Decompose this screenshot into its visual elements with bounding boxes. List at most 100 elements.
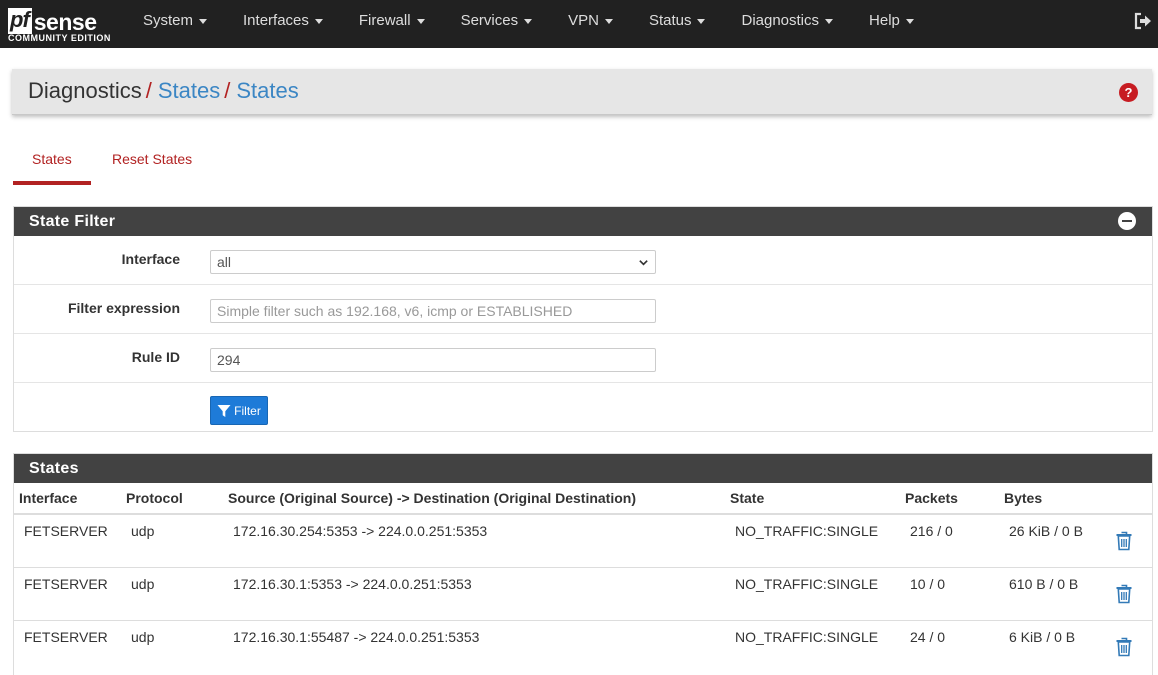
cell-packets: 24 / 0 bbox=[910, 628, 946, 645]
caret-down-icon bbox=[524, 18, 533, 24]
menu-diagnostics[interactable]: Diagnostics bbox=[723, 0, 851, 48]
table-header-row: Interface Protocol Source (Original Sour… bbox=[14, 483, 1152, 515]
filter-button-label: Filter bbox=[234, 403, 261, 418]
interface-row: Interface all bbox=[14, 236, 1152, 285]
cell-packets: 10 / 0 bbox=[900, 567, 999, 621]
col-actions bbox=[1105, 483, 1152, 515]
help-icon[interactable]: ? bbox=[1119, 83, 1138, 102]
caret-down-icon bbox=[604, 18, 613, 24]
filter-button-row: Filter bbox=[14, 383, 1152, 432]
cell-protocol: udp bbox=[121, 514, 223, 568]
rule-id-row: Rule ID bbox=[14, 334, 1152, 383]
menu-system[interactable]: System bbox=[125, 0, 225, 48]
table-row: FETSERVER udp 172.16.30.254:5353 -> 224.… bbox=[14, 514, 1152, 568]
col-interface[interactable]: Interface bbox=[14, 483, 121, 515]
menu-help[interactable]: Help bbox=[851, 0, 932, 48]
filter-button[interactable]: Filter bbox=[210, 396, 268, 425]
state-filter-panel: State Filter Interface all Filter expres… bbox=[13, 206, 1153, 432]
cell-state: NO_TRAFFIC:SINGLE bbox=[725, 514, 900, 568]
states-panel: States Interface Protocol Source (Origin… bbox=[13, 453, 1153, 675]
menu-label: Interfaces bbox=[243, 12, 309, 29]
col-source-destination[interactable]: Source (Original Source) -> Destination … bbox=[223, 483, 725, 515]
main-menu: System Interfaces Firewall Services VPN … bbox=[125, 0, 932, 48]
cell-flow: 172.16.30.254:5353 -> 224.0.0.251:5353 bbox=[223, 514, 725, 568]
menu-label: System bbox=[143, 12, 194, 29]
cell-protocol: udp bbox=[131, 628, 155, 645]
menu-interfaces[interactable]: Interfaces bbox=[225, 0, 341, 48]
top-navbar: pf sense COMMUNITY EDITION System Interfa… bbox=[0, 0, 1158, 48]
breadcrumb: Diagnostics / States / States bbox=[28, 78, 299, 104]
breadcrumb-separator: / bbox=[145, 78, 152, 103]
cell-actions bbox=[1105, 514, 1152, 568]
cell-state: NO_TRAFFIC:SINGLE bbox=[725, 567, 900, 621]
rule-id-label: Rule ID bbox=[131, 349, 180, 365]
cell-state: NO_TRAFFIC:SINGLE bbox=[735, 628, 879, 645]
caret-down-icon bbox=[416, 18, 425, 24]
cell-flow: 172.16.30.1:5353 -> 224.0.0.251:5353 bbox=[223, 567, 725, 621]
trash-icon[interactable] bbox=[1115, 637, 1133, 657]
tab-reset-states[interactable]: Reset States bbox=[112, 140, 192, 185]
cell-bytes: 26 KiB / 0 B bbox=[999, 514, 1105, 568]
cell-flow: 172.16.30.1:55487 -> 224.0.0.251:5353 bbox=[233, 628, 480, 645]
table-row: FETSERVER udp 172.16.30.1:5353 -> 224.0.… bbox=[14, 567, 1152, 621]
table-row: FETSERVER udp 172.16.30.1:55487 -> 224.0… bbox=[14, 620, 1152, 673]
menu-label: VPN bbox=[568, 12, 599, 29]
pfsense-logo[interactable]: pf sense COMMUNITY EDITION bbox=[7, 4, 117, 44]
caret-down-icon bbox=[199, 18, 208, 24]
col-state[interactable]: State bbox=[725, 483, 900, 515]
tab-states[interactable]: States bbox=[13, 140, 91, 185]
menu-firewall[interactable]: Firewall bbox=[341, 0, 443, 48]
state-filter-heading[interactable]: State Filter bbox=[14, 207, 1152, 236]
panel-title: States bbox=[29, 460, 79, 477]
cell-interface: FETSERVER bbox=[14, 514, 121, 568]
cell-interface: FETSERVER bbox=[24, 628, 108, 645]
rule-id-input[interactable] bbox=[210, 348, 656, 372]
page-header: Diagnostics / States / States ? bbox=[12, 69, 1152, 115]
trash-icon[interactable] bbox=[1115, 584, 1133, 604]
logo-pf: pf bbox=[8, 8, 32, 34]
chevron-down-icon bbox=[639, 260, 648, 266]
filter-expression-row: Filter expression bbox=[14, 285, 1152, 334]
caret-down-icon bbox=[697, 18, 706, 24]
states-table: Interface Protocol Source (Original Sour… bbox=[14, 483, 1152, 673]
col-packets[interactable]: Packets bbox=[900, 483, 999, 515]
menu-label: Diagnostics bbox=[741, 12, 820, 29]
panel-title: State Filter bbox=[29, 213, 116, 230]
logo-sense: sense bbox=[33, 9, 97, 35]
caret-down-icon bbox=[825, 18, 834, 24]
cell-actions bbox=[1105, 567, 1152, 621]
sign-out-icon[interactable] bbox=[1133, 11, 1153, 31]
breadcrumb-states-current[interactable]: States bbox=[236, 78, 298, 103]
interface-label: Interface bbox=[121, 251, 180, 267]
menu-label: Services bbox=[460, 12, 519, 29]
tab-bar: States Reset States bbox=[13, 140, 313, 185]
breadcrumb-separator: / bbox=[224, 78, 231, 103]
states-heading: States bbox=[14, 454, 1152, 483]
menu-status[interactable]: Status bbox=[631, 0, 724, 48]
filter-funnel-icon bbox=[217, 404, 231, 417]
cell-bytes: 6 KiB / 0 B bbox=[1009, 628, 1076, 645]
menu-label: Firewall bbox=[358, 12, 411, 29]
logo-wordmark: pf sense bbox=[8, 6, 97, 35]
filter-expression-label: Filter expression bbox=[67, 300, 180, 316]
col-bytes[interactable]: Bytes bbox=[999, 483, 1105, 515]
logo-subtitle: COMMUNITY EDITION bbox=[8, 33, 111, 43]
trash-icon[interactable] bbox=[1115, 531, 1133, 551]
caret-down-icon bbox=[905, 18, 914, 24]
menu-vpn[interactable]: VPN bbox=[550, 0, 631, 48]
interface-selected-value: all bbox=[217, 254, 232, 270]
cell-protocol: udp bbox=[121, 567, 223, 621]
cell-actions bbox=[1105, 620, 1152, 673]
col-protocol[interactable]: Protocol bbox=[121, 483, 223, 515]
interface-select[interactable]: all bbox=[210, 250, 656, 274]
filter-expression-input[interactable] bbox=[210, 299, 656, 323]
menu-services[interactable]: Services bbox=[443, 0, 551, 48]
cell-bytes: 610 B / 0 B bbox=[999, 567, 1105, 621]
menu-label: Help bbox=[869, 12, 900, 29]
caret-down-icon bbox=[314, 18, 323, 24]
minus-circle-icon[interactable] bbox=[1118, 212, 1136, 230]
menu-label: Status bbox=[648, 12, 692, 29]
breadcrumb-states-link[interactable]: States bbox=[158, 78, 220, 103]
breadcrumb-diagnostics: Diagnostics bbox=[28, 78, 142, 103]
cell-interface: FETSERVER bbox=[14, 567, 121, 621]
